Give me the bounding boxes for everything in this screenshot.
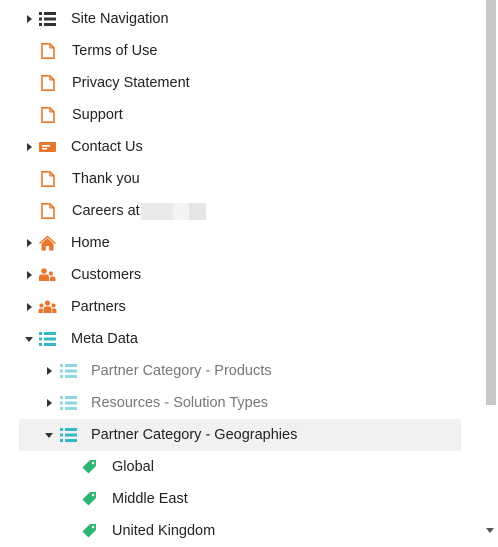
tree-item-label: Middle East: [112, 491, 188, 507]
page-icon: [40, 107, 57, 123]
tree-item-label: Thank you: [72, 171, 140, 187]
expand-arrow-icon[interactable]: [27, 271, 32, 279]
metadata-list-icon: [60, 395, 77, 411]
content-tree: Site Navigation Terms of Use Privacy Sta…: [0, 3, 482, 547]
tree-item-home[interactable]: Home: [0, 227, 482, 259]
tree-item-label: Support: [72, 107, 123, 123]
metadata-list-icon: [60, 427, 77, 443]
scroll-down-arrow-icon[interactable]: [486, 528, 494, 533]
expand-arrow-icon[interactable]: [47, 367, 52, 375]
tree-item-support[interactable]: Support: [0, 99, 482, 131]
vertical-scrollbar[interactable]: [482, 0, 498, 539]
tree-item-middle-east[interactable]: Middle East: [0, 483, 482, 515]
expand-arrow-icon[interactable]: [27, 239, 32, 247]
tag-icon: [81, 491, 98, 507]
tree-item-contact-us[interactable]: Contact Us: [0, 131, 482, 163]
tree-item-label: Partner Category - Products: [91, 363, 272, 379]
tree-item-global[interactable]: Global: [0, 451, 482, 483]
expand-arrow-icon[interactable]: [47, 399, 52, 407]
tree-item-label: Home: [71, 235, 110, 251]
scrollbar-thumb[interactable]: [486, 0, 496, 405]
tree-item-customers[interactable]: Customers: [0, 259, 482, 291]
tree-item-terms-of-use[interactable]: Terms of Use: [0, 35, 482, 67]
tree-item-careers[interactable]: Careers at: [0, 195, 482, 227]
tree-item-site-navigation[interactable]: Site Navigation: [0, 3, 482, 35]
collapse-arrow-icon[interactable]: [25, 337, 33, 342]
tree-item-meta-data[interactable]: Meta Data: [0, 323, 482, 355]
tree-item-label: Partners: [71, 299, 126, 315]
tree-item-thank-you[interactable]: Thank you: [0, 163, 482, 195]
tree-item-partner-category-products[interactable]: Partner Category - Products: [0, 355, 482, 387]
expand-arrow-icon[interactable]: [27, 303, 32, 311]
tag-icon: [81, 459, 98, 475]
tree-item-label: Privacy Statement: [72, 75, 190, 91]
metadata-list-icon: [60, 363, 77, 379]
page-icon: [40, 75, 57, 91]
redacted-text: [141, 203, 206, 220]
tag-icon: [81, 523, 98, 539]
tree-item-label: Meta Data: [71, 331, 138, 347]
page-icon: [40, 43, 57, 59]
expand-arrow-icon[interactable]: [27, 15, 32, 23]
form-icon: [39, 139, 56, 155]
tree-item-label: Careers at: [72, 203, 140, 219]
tree-item-label: Terms of Use: [72, 43, 158, 59]
collapse-arrow-icon[interactable]: [45, 433, 53, 438]
metadata-list-icon: [39, 331, 56, 347]
tree-item-united-kingdom[interactable]: United Kingdom: [0, 515, 482, 547]
tree-item-label: Site Navigation: [71, 11, 169, 27]
tree-item-privacy-statement[interactable]: Privacy Statement: [0, 67, 482, 99]
tree-item-label: Global: [112, 459, 154, 475]
tree-item-label: Customers: [71, 267, 142, 283]
tree-item-partner-category-geographies[interactable]: Partner Category - Geographies: [0, 419, 482, 451]
tree-item-partners[interactable]: Partners: [0, 291, 482, 323]
tree-item-label: United Kingdom: [112, 523, 216, 539]
list-icon: [39, 11, 56, 27]
tree-item-label: Partner Category - Geographies: [91, 427, 298, 443]
expand-arrow-icon[interactable]: [27, 143, 32, 151]
people-icon: [38, 267, 56, 283]
tree-item-resources-solution-types[interactable]: Resources - Solution Types: [0, 387, 482, 419]
tree-item-label: Resources - Solution Types: [91, 395, 269, 411]
tree-item-label: Contact Us: [71, 139, 143, 155]
page-icon: [40, 203, 57, 219]
people-icon: [38, 299, 57, 315]
page-icon: [40, 171, 57, 187]
home-icon: [38, 235, 57, 251]
